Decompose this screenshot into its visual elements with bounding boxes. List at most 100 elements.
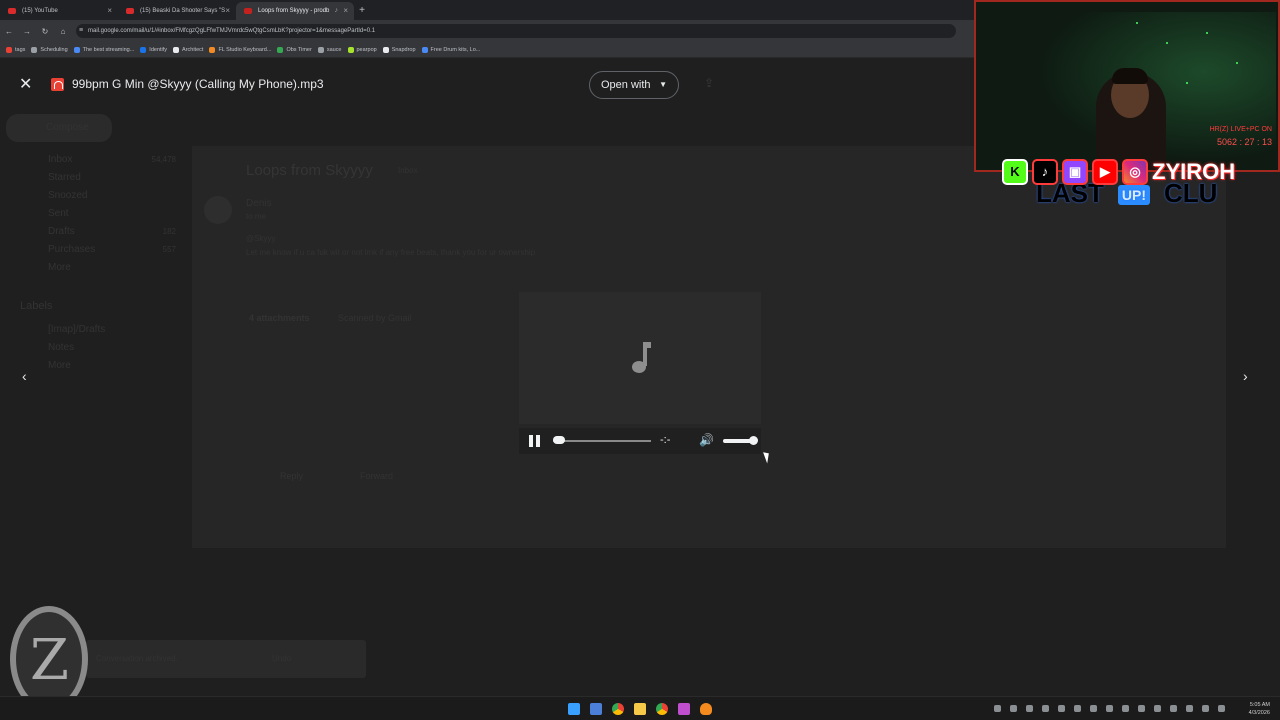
tab-youtube[interactable]: (15) YouTube × (0, 2, 118, 20)
nav-snoozed: Snoozed (48, 190, 88, 201)
bookmark-icon (277, 46, 284, 53)
youtube-icon (126, 8, 134, 14)
network-icon[interactable] (1202, 705, 1209, 712)
tray-icon[interactable] (1106, 705, 1113, 712)
bookmark[interactable]: Snapdrop (382, 46, 416, 53)
tray-icon[interactable] (1170, 705, 1177, 712)
close-icon[interactable]: ✕ (19, 74, 32, 94)
bookmark-icon (209, 46, 216, 53)
bookmark-icon (347, 46, 354, 53)
instagram-icon: ◎ (1122, 159, 1148, 185)
led-light (1236, 62, 1238, 64)
bookmark[interactable]: Identify (140, 46, 167, 53)
logo-glyph: Z (30, 628, 69, 693)
task-view-icon[interactable] (590, 703, 602, 715)
tab-youtube-video[interactable]: (15) Beaski Da Shooter Says "S × (118, 2, 236, 20)
label-item: [Imap]/Drafts (48, 324, 106, 335)
streamer-hair (1112, 68, 1148, 84)
open-with-button[interactable]: Open with ▼ (589, 71, 679, 99)
bookmark[interactable]: Architect (173, 46, 204, 53)
back-icon[interactable]: ← (0, 27, 18, 36)
new-tab-button[interactable]: + (354, 2, 370, 20)
tray-icon[interactable] (1154, 705, 1161, 712)
speaker-icon[interactable]: ♪ (335, 2, 339, 20)
home-icon[interactable]: ⌂ (54, 27, 72, 36)
start-icon[interactable] (568, 703, 580, 715)
forward-icon[interactable]: → (18, 27, 36, 36)
tray-icon[interactable] (1074, 705, 1081, 712)
tray-icon[interactable] (994, 705, 1001, 712)
file-title: 99bpm G Min @Skyyy (Calling My Phone).mp… (72, 77, 324, 91)
speaker-icon[interactable] (1218, 705, 1225, 712)
stream-stats: HR(Z) LIVE+PC ON 5062 : 27 : 13 (1210, 124, 1272, 148)
social-handles: K ♪ ▣ ▶ ◎ ZYIROH (1002, 158, 1235, 186)
tray-icon[interactable] (1058, 705, 1065, 712)
clock-time: 5:05 AM (1249, 702, 1270, 708)
close-tab-icon[interactable]: × (343, 2, 348, 20)
chrome-icon[interactable] (612, 703, 624, 715)
pause-button[interactable] (529, 435, 541, 447)
bookmark-label: FL Studio Keyboard... (218, 46, 272, 53)
bookmark-label: The best streaming... (82, 46, 135, 53)
bookmark-label: Free Drum kits, Lo... (430, 46, 481, 53)
pause-bar (529, 435, 533, 447)
bookmark-icon (421, 46, 428, 53)
tab-label: (15) YouTube (22, 8, 58, 14)
bookmark[interactable]: FL Studio Keyboard... (209, 46, 272, 53)
subject-tag: Inbox (398, 166, 418, 175)
volume-slider[interactable] (723, 436, 758, 445)
bookmark[interactable]: Scheduling (31, 46, 68, 53)
fl-studio-icon[interactable] (700, 703, 712, 715)
bookmark-icon (382, 46, 389, 53)
app-icon[interactable] (678, 703, 690, 715)
seek-handle[interactable] (553, 436, 565, 444)
bookmark[interactable]: Free Drum kits, Lo... (421, 46, 481, 53)
site-info-icon[interactable]: ≡ (79, 24, 83, 38)
bookmark[interactable]: sauce (317, 46, 342, 53)
playback-settings-icon[interactable]: -:- (660, 434, 670, 446)
tray-icon[interactable] (1138, 705, 1145, 712)
tray-icon[interactable] (1090, 705, 1097, 712)
add-to-drive-icon[interactable]: ⇪ (704, 76, 720, 92)
youtube-icon: ▶ (1092, 159, 1118, 185)
bookmark[interactable]: The best streaming... (73, 46, 135, 53)
tab-gmail[interactable]: Loops from Skyyyy - prodb ♪ × (236, 2, 354, 20)
tray-icon[interactable] (1042, 705, 1049, 712)
tray-icon[interactable] (1026, 705, 1033, 712)
close-tab-icon[interactable]: × (225, 2, 230, 20)
seek-slider[interactable] (553, 436, 651, 444)
bookmark[interactable]: tags (6, 46, 25, 53)
reload-icon[interactable]: ↻ (36, 27, 54, 36)
tray-icon[interactable] (1122, 705, 1129, 712)
nav-count: 54,478 (151, 155, 176, 164)
taskbar: 5:05 AM 4/3/2026 (0, 696, 1280, 720)
tray-icon[interactable] (1010, 705, 1017, 712)
bookmark-label: Architect (182, 46, 204, 53)
volume-handle[interactable] (749, 436, 758, 445)
streamer-handle: ZYIROH (1152, 159, 1236, 184)
nav-count: 557 (162, 245, 176, 254)
greeting: @Skyyy (246, 234, 276, 243)
tray-icon[interactable] (1186, 705, 1193, 712)
label-item: Notes (48, 342, 75, 353)
close-tab-icon[interactable]: × (107, 2, 112, 20)
open-with-label: Open with (601, 79, 651, 91)
youtube-icon (8, 8, 16, 14)
url-input[interactable]: ≡ mail.google.com/mail/u/1/#inbox/FMfcgz… (76, 24, 956, 38)
stream-counter: 5062 : 27 : 13 (1216, 137, 1272, 147)
nav-more: More (48, 262, 71, 273)
system-clock[interactable]: 5:05 AM 4/3/2026 (1249, 701, 1270, 717)
bookmark-icon (140, 46, 147, 53)
next-attachment-icon[interactable]: › (1243, 368, 1248, 384)
bookmark-label: Obs Timer (286, 46, 312, 53)
previous-attachment-icon[interactable]: ‹ (22, 368, 27, 384)
volume-icon[interactable]: 🔊 (699, 433, 714, 447)
bookmark[interactable]: pearpop (347, 46, 377, 53)
chrome-icon[interactable] (656, 703, 668, 715)
snackbar-action: Undo (272, 654, 292, 663)
labels-heading: Labels (20, 300, 53, 312)
reply-button: Reply (280, 471, 304, 481)
file-explorer-icon[interactable] (634, 703, 646, 715)
bookmark[interactable]: Obs Timer (277, 46, 312, 53)
sender-name: Denis (246, 198, 272, 209)
